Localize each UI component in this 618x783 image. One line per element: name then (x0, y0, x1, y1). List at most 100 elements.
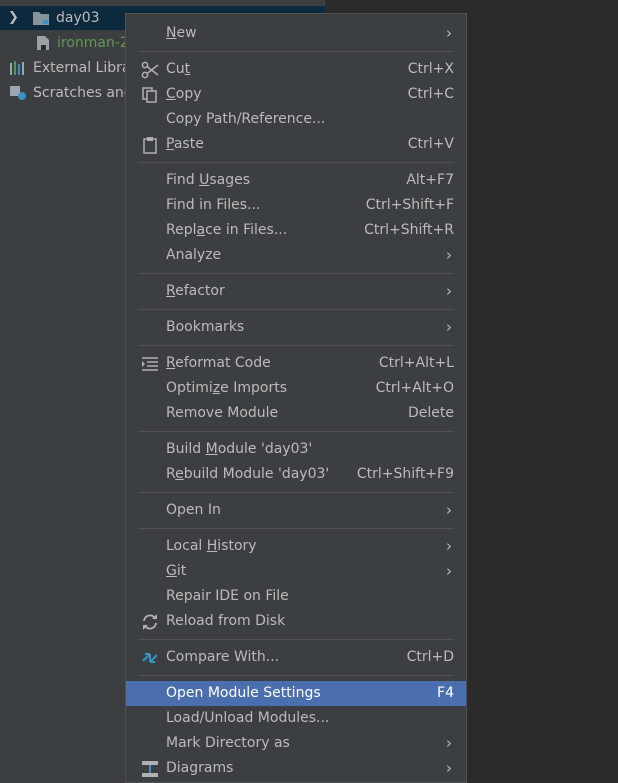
menu-item-analyze[interactable]: Analyze › (126, 243, 466, 268)
copy-icon (142, 87, 157, 103)
menu-item-label: Mark Directory as (166, 735, 290, 751)
shortcut-label: Ctrl+Shift+F (365, 197, 454, 213)
menu-item-label: Cut (166, 61, 191, 77)
compare-icon (142, 653, 158, 663)
shortcut-label: Ctrl+D (406, 649, 454, 665)
menu-item-open-in[interactable]: Open In › (126, 498, 466, 523)
submenu-arrow-icon: › (446, 759, 452, 777)
menu-item-compare-with[interactable]: Compare With... Ctrl+D (126, 645, 466, 670)
shortcut-label: Ctrl+Shift+R (364, 222, 454, 238)
menu-item-mark-directory-as[interactable]: Mark Directory as › (126, 731, 466, 756)
menu-item-label: Repair IDE on File (166, 588, 289, 604)
paste-icon (143, 137, 157, 154)
menu-item-label: Open Module Settings (166, 685, 321, 701)
menu-item-label: Build Module 'day03' (166, 441, 313, 457)
menu-item-copy-path[interactable]: Copy Path/Reference... (126, 107, 466, 132)
menu-item-reformat-code[interactable]: Reformat Code Ctrl+Alt+L (126, 351, 466, 376)
menu-item-repair-ide[interactable]: Repair IDE on File (126, 584, 466, 609)
menu-separator (138, 273, 454, 274)
shortcut-label: Ctrl+C (407, 86, 454, 102)
menu-item-label: Paste (166, 136, 204, 152)
shortcut-label: Ctrl+V (407, 136, 454, 152)
diagram-icon (142, 761, 158, 777)
menu-item-label: Find Usages (166, 172, 251, 188)
menu-item-label: Bookmarks (166, 319, 245, 335)
reload-icon (143, 614, 157, 630)
menu-separator (138, 162, 454, 163)
menu-separator (138, 345, 454, 346)
submenu-arrow-icon: › (446, 318, 452, 336)
menu-item-local-history[interactable]: Local History › (126, 534, 466, 559)
menu-item-label: Reformat Code (166, 355, 271, 371)
module-folder-icon (33, 12, 49, 25)
shortcut-label: Ctrl+Alt+O (375, 380, 454, 396)
menu-item-optimize-imports[interactable]: Optimize Imports Ctrl+Alt+O (126, 376, 466, 401)
menu-separator (138, 639, 454, 640)
menu-separator (138, 675, 454, 676)
shortcut-label: Ctrl+Shift+F9 (356, 466, 454, 482)
menu-item-reload-from-disk[interactable]: Reload from Disk (126, 609, 466, 634)
menu-item-remove-module[interactable]: Remove Module Delete (126, 401, 466, 426)
submenu-arrow-icon: › (446, 537, 452, 555)
menu-item-label: Rebuild Module 'day03' (166, 466, 330, 482)
tree-item-label: External Libra (33, 60, 131, 76)
shortcut-label: Alt+F7 (406, 172, 454, 188)
menu-separator (138, 431, 454, 432)
menu-item-label: Remove Module (166, 405, 279, 421)
menu-item-bookmarks[interactable]: Bookmarks › (126, 315, 466, 340)
menu-item-copy[interactable]: Copy Ctrl+C (126, 82, 466, 107)
menu-item-open-module-settings[interactable]: Open Module Settings F4 (126, 681, 466, 706)
context-menu: New › Cut Ctrl+X Copy Ctrl+C Copy Path/R… (125, 13, 467, 783)
menu-item-label: Load/Unload Modules... (166, 710, 330, 726)
chevron-right-icon[interactable]: ❯ (8, 6, 19, 30)
shortcut-label: F4 (437, 685, 454, 701)
menu-item-label: Copy (166, 86, 202, 102)
menu-item-label: Optimize Imports (166, 380, 287, 396)
menu-item-paste[interactable]: Paste Ctrl+V (126, 132, 466, 157)
menu-item-new[interactable]: New › (126, 21, 466, 46)
menu-item-git[interactable]: Git › (126, 559, 466, 584)
menu-item-diagrams[interactable]: Diagrams › (126, 756, 466, 781)
submenu-arrow-icon: › (446, 282, 452, 300)
tree-item-label: Scratches and (33, 85, 133, 101)
menu-item-find-in-files[interactable]: Find in Files... Ctrl+Shift+F (126, 193, 466, 218)
menu-item-label: New (166, 25, 197, 41)
submenu-arrow-icon: › (446, 734, 452, 752)
menu-item-label: Git (166, 563, 187, 579)
shortcut-label: Ctrl+Alt+L (378, 355, 454, 371)
menu-item-find-usages[interactable]: Find Usages Alt+F7 (126, 168, 466, 193)
submenu-arrow-icon: › (446, 562, 452, 580)
menu-separator (138, 528, 454, 529)
menu-item-label: Find in Files... (166, 197, 261, 213)
submenu-arrow-icon: › (446, 24, 452, 42)
menu-separator (138, 492, 454, 493)
submenu-arrow-icon: › (446, 501, 452, 519)
menu-item-label: Refactor (166, 283, 225, 299)
scratches-icon (10, 86, 26, 100)
shortcut-label: Ctrl+X (407, 61, 454, 77)
library-icon (10, 61, 24, 75)
menu-item-build-module[interactable]: Build Module 'day03' (126, 437, 466, 462)
menu-separator (138, 51, 454, 52)
reformat-icon (142, 357, 158, 371)
menu-item-label: Analyze (166, 247, 222, 263)
tree-item-label: ironman-2 (57, 35, 129, 51)
menu-item-label: Compare With... (166, 649, 280, 665)
menu-item-load-unload-modules[interactable]: Load/Unload Modules... (126, 706, 466, 731)
tree-item-label: day03 (56, 10, 100, 26)
menu-item-label: Reload from Disk (166, 613, 286, 629)
menu-item-label: Copy Path/Reference... (166, 111, 326, 127)
menu-item-refactor[interactable]: Refactor › (126, 279, 466, 304)
submenu-arrow-icon: › (446, 246, 452, 264)
menu-item-label: Diagrams (166, 760, 234, 776)
menu-separator (138, 309, 454, 310)
menu-item-label: Local History (166, 538, 257, 554)
menu-item-rebuild-module[interactable]: Rebuild Module 'day03' Ctrl+Shift+F9 (126, 462, 466, 487)
menu-item-replace-in-files[interactable]: Replace in Files... Ctrl+Shift+R (126, 218, 466, 243)
iml-file-icon (37, 36, 49, 50)
menu-item-label: Open In (166, 502, 221, 518)
scissors-icon (141, 61, 159, 79)
menu-item-label: Replace in Files... (166, 222, 288, 238)
menu-item-cut[interactable]: Cut Ctrl+X (126, 57, 466, 82)
shortcut-label: Delete (408, 405, 454, 421)
